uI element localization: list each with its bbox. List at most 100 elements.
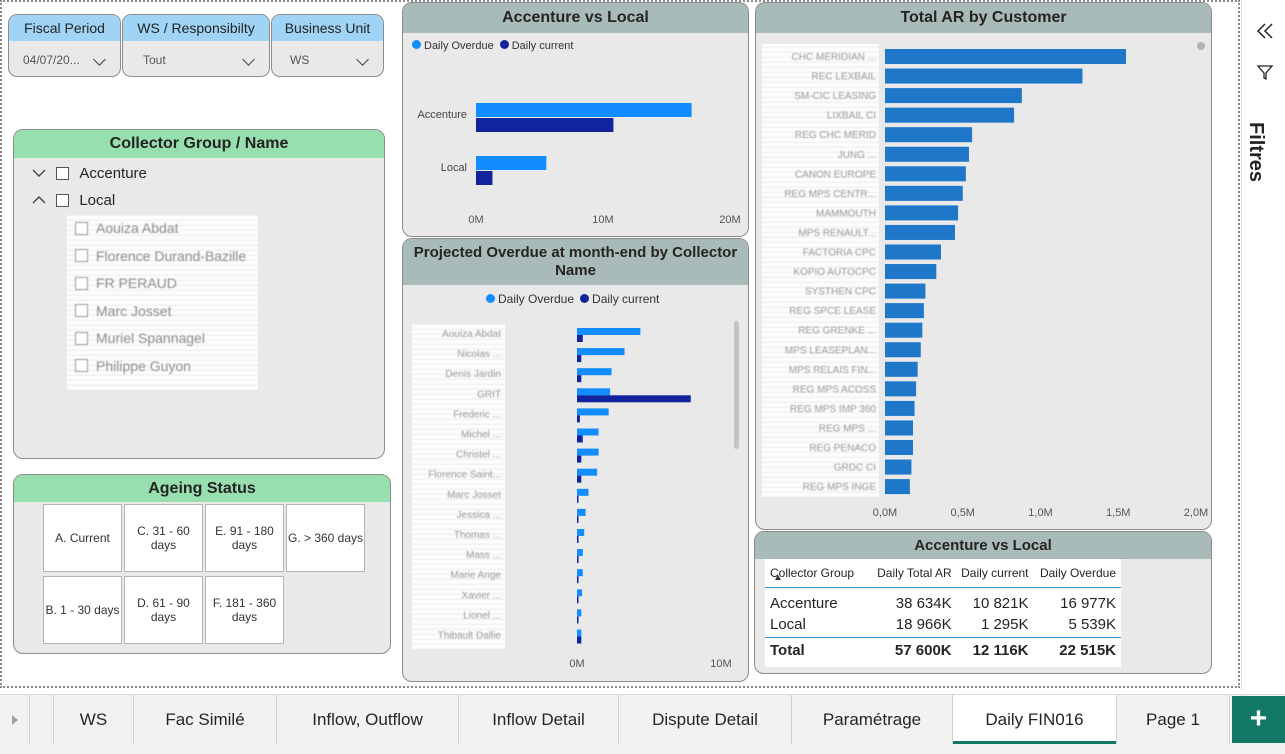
category-label: Christel ...	[456, 450, 501, 461]
data-bar	[577, 448, 599, 456]
collector-name: Marc Josset	[96, 302, 172, 319]
ageing-status-option[interactable]: A. Current	[43, 504, 122, 572]
collector-child-item[interactable]: Marc Josset	[75, 302, 171, 319]
category-label: Aouiza Abdat	[442, 329, 501, 340]
chevron-down-icon[interactable]	[356, 53, 369, 66]
chevron-down-icon[interactable]	[93, 53, 106, 66]
row-label: Local	[770, 616, 806, 634]
category-label: Marc Josset	[447, 490, 501, 501]
sort-ascending-icon[interactable]	[775, 575, 781, 580]
checkbox[interactable]	[75, 359, 88, 373]
tab-scroll-left[interactable]	[0, 695, 30, 745]
page-tabs-bar: WS Fac Similé Inflow, Outflow Inflow Detail…	[0, 694, 1285, 745]
page-tab[interactable]: Page 1	[1117, 695, 1230, 745]
fiscal-period-slicer[interactable]: Fiscal Period 04/07/20...	[8, 14, 121, 77]
checkbox[interactable]	[75, 304, 88, 318]
x-tick-label: 10M	[592, 214, 613, 226]
page-tab[interactable]: Fac Similé	[134, 695, 277, 745]
add-page-button[interactable]: +	[1232, 696, 1285, 743]
ws-responsibility-slicer[interactable]: WS / Responsibilty Tout	[122, 14, 270, 77]
category-label: Denis Jardin	[445, 369, 501, 380]
data-bar	[577, 415, 580, 423]
checkbox[interactable]	[56, 193, 70, 207]
group-item-local[interactable]: Local	[32, 191, 115, 209]
data-bar	[577, 609, 582, 617]
category-label: REG MPS ACOSS	[793, 384, 877, 395]
ageing-status-option[interactable]: D. 61 - 90 days	[124, 576, 203, 644]
chevron-down-icon[interactable]	[32, 168, 46, 178]
collector-child-item[interactable]: FR PERAUD	[75, 274, 177, 291]
page-tab[interactable]: Dispute Detail	[619, 695, 792, 745]
filter-icon[interactable]	[1256, 63, 1274, 81]
collector-child-item[interactable]: Aouiza Abdat	[75, 219, 179, 236]
vertical-scrollbar[interactable]	[734, 321, 739, 449]
filters-label[interactable]: Filtres	[1244, 122, 1267, 182]
cell-value: 57 600K	[894, 641, 952, 659]
data-bar	[577, 576, 579, 584]
data-bar	[577, 569, 583, 577]
collector-name: FR PERAUD	[96, 275, 177, 292]
checkbox[interactable]	[75, 221, 88, 235]
data-bar	[885, 322, 923, 338]
category-label: REG MPS ...	[819, 423, 876, 434]
scroll-indicator[interactable]	[1197, 42, 1205, 50]
ageing-status-option[interactable]: F. 181 - 360 days	[205, 576, 284, 644]
page-tab[interactable]: WS	[54, 695, 134, 745]
data-bar	[577, 408, 609, 416]
collector-name: Aouiza Abdat	[96, 220, 179, 237]
checkbox[interactable]	[75, 331, 88, 345]
accenture-vs-local-matrix: Accenture vs Local Collector Group Daily…	[754, 531, 1212, 674]
chevron-up-icon[interactable]	[32, 195, 46, 205]
category-label: Local	[441, 162, 467, 174]
data-bar	[577, 636, 582, 644]
data-bar	[577, 629, 582, 637]
category-label: REG SPCE LEASE	[789, 306, 876, 317]
data-bar	[577, 395, 691, 403]
data-bar	[885, 88, 1022, 104]
play-icon	[12, 715, 18, 725]
ageing-status-option[interactable]: C. 31 - 60 days	[124, 504, 203, 572]
collector-group-slicer: Collector Group / Name Accenture Local A…	[13, 129, 385, 459]
page-tab[interactable]: Daily FIN016	[953, 695, 1117, 745]
checkbox[interactable]	[75, 249, 88, 263]
page-tab[interactable]: Paramétrage	[792, 695, 953, 745]
column-header[interactable]: Daily Overdue	[1029, 559, 1122, 587]
data-bar	[577, 549, 583, 557]
page-tab[interactable]: Inflow Detail	[459, 695, 619, 745]
collector-name: Philippe Guyon	[96, 357, 191, 374]
collector-child-item[interactable]: Philippe Guyon	[75, 357, 191, 374]
data-bar	[476, 103, 692, 117]
checkbox[interactable]	[75, 276, 88, 290]
row-label: Accenture	[770, 594, 838, 612]
x-tick-label: 1,5M	[1106, 507, 1130, 519]
business-unit-slicer[interactable]: Business Unit WS	[271, 14, 384, 77]
slicer-title: Fiscal Period	[9, 15, 120, 41]
page-tab[interactable]: Inflow, Outflow	[277, 695, 459, 745]
status-strip	[0, 744, 1285, 754]
data-bar	[577, 468, 598, 476]
expand-pane-icon[interactable]	[1256, 22, 1274, 40]
cell-value: 10 821K	[972, 594, 1029, 612]
data-bar	[476, 171, 493, 185]
column-header[interactable]: Collector Group	[765, 559, 867, 587]
group-item-accenture[interactable]: Accenture	[32, 164, 147, 182]
report-canvas: Fiscal Period 04/07/20... WS / Responsib…	[0, 0, 1240, 688]
row-label: Total	[770, 641, 805, 659]
data-bar	[885, 479, 910, 495]
collector-child-item[interactable]: Muriel Spannagel	[75, 329, 205, 346]
table-row: Local 18 966K 1 295K 5 539K	[765, 613, 1121, 637]
ageing-status-option[interactable]: G. > 360 days	[286, 504, 365, 572]
collector-child-item[interactable]: Florence Durand-Bazille	[75, 247, 246, 264]
ageing-status-slicer: Ageing Status A. Current C. 31 - 60 days E…	[13, 474, 391, 654]
data-bar	[885, 107, 1015, 123]
data-bar	[577, 536, 579, 543]
data-bar	[577, 488, 589, 496]
column-header[interactable]: Daily Total AR	[867, 559, 951, 587]
chevron-down-icon[interactable]	[242, 53, 255, 66]
ageing-status-option[interactable]: B. 1 - 30 days	[43, 576, 122, 644]
data-bar	[885, 244, 941, 260]
checkbox[interactable]	[56, 166, 70, 180]
ageing-status-option[interactable]: E. 91 - 180 days	[205, 504, 284, 572]
column-header[interactable]: Daily current	[952, 559, 1028, 587]
data-bar	[885, 342, 921, 358]
